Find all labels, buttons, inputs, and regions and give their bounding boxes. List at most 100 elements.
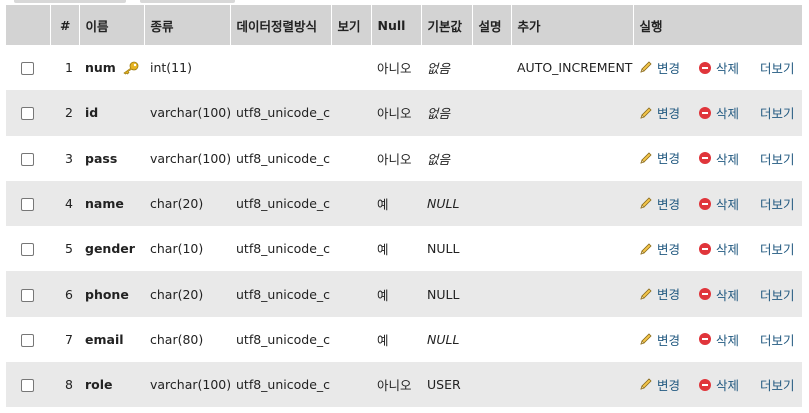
change-link[interactable]: 변경 xyxy=(639,58,680,77)
row-num: 5 xyxy=(50,226,79,272)
drop-link[interactable]: 삭제 xyxy=(699,58,739,77)
header-default[interactable]: 기본값 xyxy=(421,5,473,45)
row-change-cell: 변경 xyxy=(633,226,693,272)
change-link[interactable]: 변경 xyxy=(639,103,680,122)
row-default: 없음 xyxy=(421,135,472,181)
row-name: email xyxy=(85,331,124,347)
pencil-icon xyxy=(640,152,652,164)
header-attributes[interactable]: 보기 xyxy=(331,5,372,45)
pencil-icon xyxy=(640,378,652,391)
row-type: char(10) xyxy=(144,226,230,272)
more-link[interactable]: 더보기 xyxy=(760,375,795,394)
row-checkbox-cell xyxy=(6,226,50,272)
row-default: NULL xyxy=(421,271,472,317)
change-link[interactable]: 변경 xyxy=(639,194,680,213)
row-checkbox-cell xyxy=(6,362,50,408)
row-comments xyxy=(472,362,511,408)
row-change-cell: 변경 xyxy=(633,316,693,363)
row-name-cell: role xyxy=(79,362,144,408)
row-drop-cell: 삭제 xyxy=(693,45,754,91)
delete-icon xyxy=(699,61,711,74)
row-attributes xyxy=(331,180,371,227)
row-num: 2 xyxy=(50,90,79,136)
row-collation: utf8_unicode_ci xyxy=(230,271,331,317)
table-body: 1 num int(11) 아니오 없음 AUTO_INCREMENT 변경 삭제 더보기 2 id… xyxy=(6,45,803,408)
drop-link[interactable]: 삭제 xyxy=(699,285,739,304)
drop-link[interactable]: 삭제 xyxy=(699,149,739,168)
row-checkbox[interactable] xyxy=(21,107,34,121)
row-attributes xyxy=(331,90,371,136)
more-link[interactable]: 더보기 xyxy=(760,239,795,258)
change-link[interactable]: 변경 xyxy=(639,239,680,258)
row-name-cell: name xyxy=(79,180,144,227)
drop-label: 삭제 xyxy=(716,61,740,77)
table-structure: # 이름 종류 데이터정렬방식 보기 Null 기본값 설명 추가 실행 1 nu… xyxy=(6,5,803,408)
drop-link[interactable]: 삭제 xyxy=(699,239,739,258)
change-link[interactable]: 변경 xyxy=(639,375,680,394)
drop-link[interactable]: 삭제 xyxy=(699,103,739,122)
row-change-cell: 변경 xyxy=(633,362,693,408)
more-link[interactable]: 더보기 xyxy=(760,194,795,213)
row-checkbox-cell xyxy=(6,45,50,91)
header-comments[interactable]: 설명 xyxy=(472,5,512,45)
header-collation[interactable]: 데이터정렬방식 xyxy=(230,5,332,45)
row-checkbox[interactable] xyxy=(21,62,34,76)
header-row: # 이름 종류 데이터정렬방식 보기 Null 기본값 설명 추가 실행 xyxy=(6,5,803,45)
more-label: 더보기 xyxy=(760,106,795,122)
row-name: name xyxy=(85,196,124,212)
pencil-icon xyxy=(640,333,652,345)
row-name: role xyxy=(85,377,113,393)
header-num[interactable]: # xyxy=(50,5,80,45)
row-more-cell: 더보기 xyxy=(754,45,803,91)
row-name-cell: phone xyxy=(79,271,144,317)
table-row: 3 pass varchar(100) utf8_unicode_ci 아니오 없음 변경 삭… xyxy=(6,135,803,181)
header-checkbox xyxy=(6,5,51,45)
pencil-icon xyxy=(640,197,652,209)
drop-label: 삭제 xyxy=(716,287,740,303)
delete-icon xyxy=(699,242,711,255)
row-null: 예 xyxy=(371,316,421,363)
more-link[interactable]: 더보기 xyxy=(760,149,795,168)
row-extra xyxy=(511,90,633,136)
table-row: 8 role varchar(100) utf8_unicode_ci 아니오 USER 변… xyxy=(6,362,803,408)
change-link[interactable]: 변경 xyxy=(639,148,680,167)
row-checkbox-cell xyxy=(6,180,50,227)
more-link[interactable]: 더보기 xyxy=(760,330,795,349)
row-checkbox[interactable] xyxy=(21,288,34,302)
row-checkbox[interactable] xyxy=(21,379,34,393)
row-change-cell: 변경 xyxy=(633,45,693,91)
row-num: 8 xyxy=(50,362,79,408)
row-num: 4 xyxy=(50,180,79,227)
row-drop-cell: 삭제 xyxy=(693,362,754,408)
row-more-cell: 더보기 xyxy=(754,180,803,227)
more-link[interactable]: 더보기 xyxy=(760,103,795,122)
change-link[interactable]: 변경 xyxy=(639,284,680,303)
more-link[interactable]: 더보기 xyxy=(760,285,795,304)
row-drop-cell: 삭제 xyxy=(693,180,754,227)
row-name: gender xyxy=(85,241,135,257)
row-attributes xyxy=(331,226,371,272)
row-extra: AUTO_INCREMENT xyxy=(511,45,633,91)
drop-label: 삭제 xyxy=(716,378,740,394)
delete-icon xyxy=(699,152,711,165)
pencil-icon xyxy=(640,61,652,74)
pencil-icon xyxy=(640,243,652,255)
row-collation: utf8_unicode_ci xyxy=(230,135,331,181)
drop-link[interactable]: 삭제 xyxy=(699,330,739,349)
header-null[interactable]: Null xyxy=(371,5,422,45)
row-checkbox[interactable] xyxy=(21,333,34,347)
change-label: 변경 xyxy=(657,242,681,258)
header-type[interactable]: 종류 xyxy=(144,5,231,45)
header-extra[interactable]: 추가 xyxy=(511,5,634,45)
drop-link[interactable]: 삭제 xyxy=(699,375,739,394)
row-collation: utf8_unicode_ci xyxy=(230,180,331,227)
row-type: varchar(100) xyxy=(144,90,230,136)
header-name[interactable]: 이름 xyxy=(79,5,145,45)
row-checkbox[interactable] xyxy=(21,152,34,166)
change-link[interactable]: 변경 xyxy=(639,330,680,349)
drop-link[interactable]: 삭제 xyxy=(699,194,739,213)
row-checkbox[interactable] xyxy=(21,198,34,212)
row-checkbox[interactable] xyxy=(21,243,34,257)
more-link[interactable]: 더보기 xyxy=(760,58,795,77)
row-null: 예 xyxy=(371,271,421,317)
